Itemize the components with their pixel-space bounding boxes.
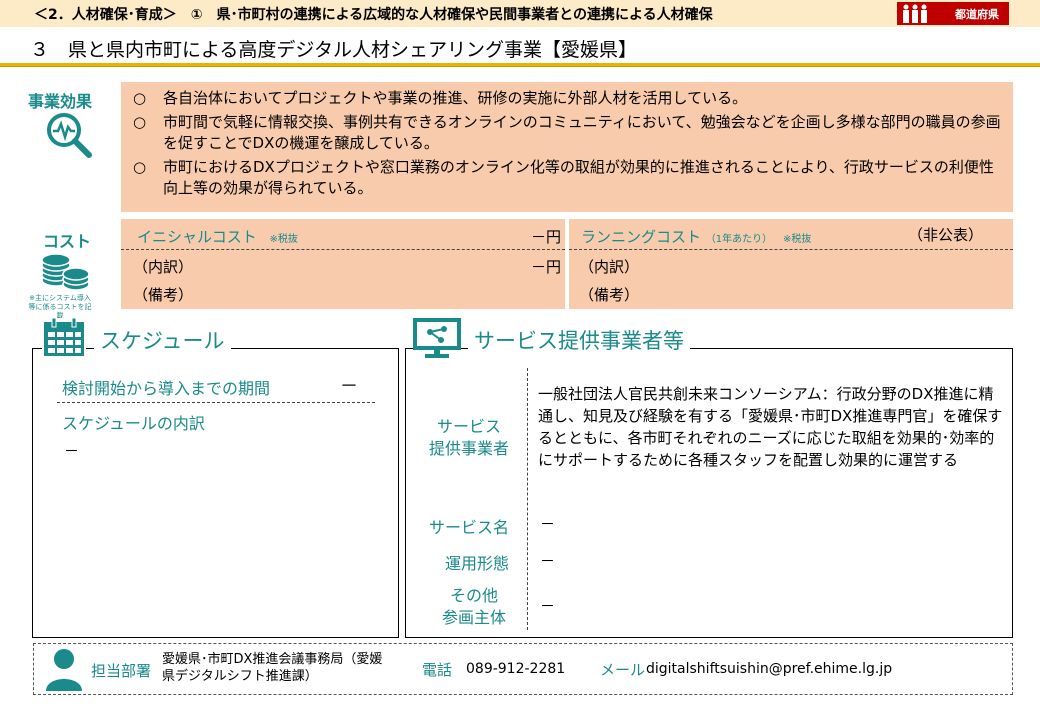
schedule-title: スケジュール — [94, 325, 231, 355]
monitor-icon — [413, 318, 461, 360]
effect-item: ○ 各自治体においてプロジェクトや事業の推進、研修の実施に外部人材を活用している… — [133, 88, 1003, 109]
effects-label: 事業効果 — [28, 92, 93, 111]
mail-value[interactable]: digitalshiftsuishin@pref.ehime.lg.jp — [646, 661, 892, 677]
running-cost-title: ランニングコスト — [581, 228, 702, 246]
running-remarks-label: （備考） — [579, 286, 640, 304]
schedule-title-line — [242, 348, 399, 349]
other-participants-value: － — [540, 597, 556, 615]
initial-cost-box: イニシャルコスト ※税抜 －円 （内訳） －円 （備考） — [121, 219, 565, 309]
calendar-icon — [42, 318, 86, 358]
provider-title-line — [720, 348, 1013, 349]
operation-form-label: 運用形態 — [444, 554, 509, 573]
contact-box: 担当部署 愛媛県･市町DX推進会議事務局（愛媛 県デジタルシフト推進課） 電話 … — [33, 643, 1013, 695]
mail-label: メール — [600, 661, 646, 679]
service-name-label: サービス名 — [428, 518, 509, 537]
provider-company-value: 一般社団法人官民共創未来コンソーシアム：行政分野のDX推進に精通し、知見及び経験… — [538, 385, 1003, 469]
schedule-breakdown-label: スケジュールの内訳 — [62, 414, 205, 433]
dept-value: 愛媛県･市町DX推進会議事務局（愛媛 県デジタルシフト推進課） — [162, 652, 383, 684]
schedule-divider — [57, 402, 375, 403]
schedule-period-label: 検討開始から導入までの期間 — [62, 379, 271, 398]
operation-form-value: － — [540, 552, 556, 570]
initial-cost-value: －円 — [530, 228, 561, 246]
cost-divider — [569, 249, 1013, 250]
title-divider — [0, 63, 1040, 67]
other-participants-label: その他 参画主体 — [441, 586, 506, 627]
initial-remarks-label: （備考） — [133, 286, 194, 304]
circle-mark: ○ — [133, 158, 147, 176]
effects-box: ○ 各自治体においてプロジェクトや事業の推進、研修の実施に外部人材を活用している… — [121, 82, 1013, 212]
per-year-note: （1年あたり） — [705, 234, 773, 245]
service-name-value: － — [540, 515, 556, 533]
people-icon — [903, 4, 927, 23]
person-icon — [46, 649, 82, 691]
running-tax-note: ※税抜 — [782, 234, 812, 245]
running-cost-box: ランニングコスト （1年あたり） ※税抜 （非公表） （内訳） （備考） — [569, 219, 1013, 309]
magnifier-chart-icon — [47, 113, 92, 158]
initial-cost-title: イニシャルコスト — [137, 228, 257, 246]
schedule-breakdown-value: － — [64, 442, 80, 460]
effect-text: 市町におけるDXプロジェクトや窓口業務のオンライン化等の取組が効果的に推進される… — [163, 158, 994, 197]
effect-text: 市町間で気軽に情報交換、事例共有できるオンラインのコミュニティにおいて、勉強会な… — [163, 113, 1001, 152]
dept-label: 担当部署 — [91, 662, 152, 680]
initial-breakdown-label: （内訳） — [133, 258, 194, 276]
provider-title: サービス提供事業者等 — [468, 325, 690, 355]
schedule-period-value: － — [340, 376, 358, 397]
category-badge: 都道府県 — [897, 2, 1009, 25]
coins-icon — [41, 253, 90, 291]
circle-mark: ○ — [133, 113, 147, 131]
top-header-bar: ＜2．人材確保･育成＞ ① 県･市町村の連携による広域的な人材確保や民間事業者と… — [0, 0, 1040, 27]
phone-label: 電話 — [422, 661, 453, 679]
running-cost-value: （非公表） — [907, 226, 983, 244]
cost-note: ※主にシステム導入等に係るコストを記載 — [28, 294, 92, 320]
breadcrumb: ＜2．人材確保･育成＞ ① 県･市町村の連携による広域的な人材確保や民間事業者と… — [34, 7, 713, 23]
running-breakdown-label: （内訳） — [579, 258, 640, 276]
badge-label: 都道府県 — [955, 8, 999, 21]
circle-mark: ○ — [133, 89, 147, 107]
page-title: ３ 県と県内市町による高度デジタル人材シェアリング事業【愛媛県】 — [30, 39, 638, 61]
effect-item: ○ 市町間で気軽に情報交換、事例共有できるオンラインのコミュニティにおいて、勉強… — [133, 112, 1003, 154]
initial-breakdown-value: －円 — [530, 258, 561, 276]
cost-divider — [121, 249, 565, 250]
effect-item: ○ 市町におけるDXプロジェクトや窓口業務のオンライン化等の取組が効果的に推進さ… — [133, 157, 1003, 199]
effect-text: 各自治体においてプロジェクトや事業の推進、研修の実施に外部人材を活用している。 — [163, 89, 748, 107]
provider-company-label: サービス 提供事業者 — [428, 417, 509, 458]
initial-tax-note: ※税抜 — [269, 234, 298, 245]
cost-label: コスト — [43, 232, 92, 251]
phone-value: 089-912-2281 — [466, 661, 566, 677]
